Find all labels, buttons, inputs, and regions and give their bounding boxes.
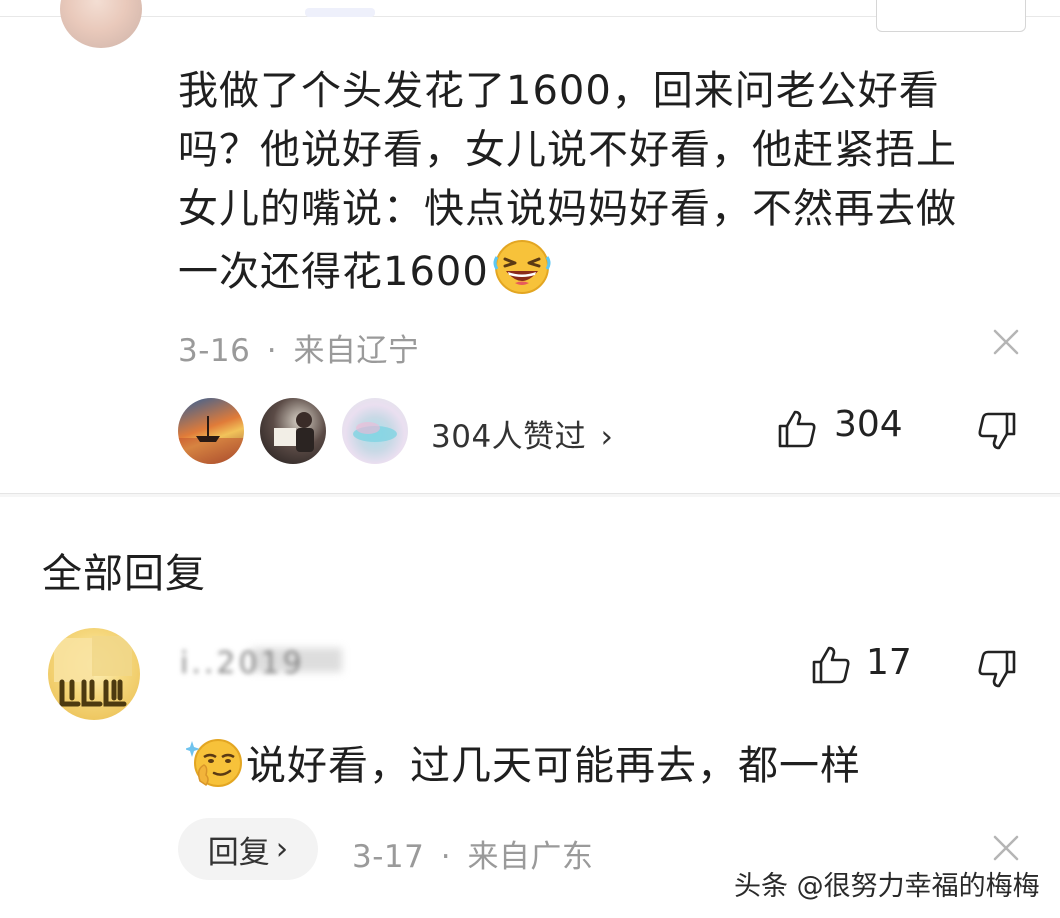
reply-dislike-button[interactable] [976, 648, 1018, 690]
liked-by-link[interactable]: 304人赞过 › [431, 411, 613, 456]
chevron-right-icon: › [600, 419, 614, 455]
reply-text: 说好看，过几天可能再去，都一样 [186, 735, 861, 794]
liker-avatar[interactable] [342, 398, 408, 464]
comment-meta: 3-16 · 来自辽宁 [178, 325, 419, 370]
comment-line: 一次还得花1600 [178, 239, 1028, 302]
thumbs-down-icon [976, 648, 1018, 690]
commenter-name-placeholder [305, 8, 375, 17]
meta-separator: · [440, 839, 452, 875]
reply-username[interactable]: i..2019 [180, 646, 305, 681]
reply-like-count: 17 [866, 642, 912, 683]
reply-user-avatar[interactable] [48, 628, 140, 720]
smirk-emoji-icon [186, 735, 244, 791]
thumbs-up-icon [776, 408, 818, 450]
avatar-glyph-decoration [58, 676, 130, 710]
thumbs-down-icon [976, 410, 1018, 452]
chevron-right-icon: › [275, 831, 289, 867]
dislike-button[interactable] [976, 410, 1018, 452]
main-comment-text: 我做了个头发花了1600，回来问老公好看 吗？他说好看，女儿说不好看，他赶紧捂上… [178, 62, 1028, 302]
comment-line: 我做了个头发花了1600，回来问老公好看 [178, 68, 940, 114]
comment-date: 3-16 [178, 333, 251, 369]
reply-text-content: 说好看，过几天可能再去，都一样 [246, 743, 861, 789]
reply-date: 3-17 [352, 839, 425, 875]
liked-by-text: 304人赞过 [431, 419, 587, 455]
like-count: 304 [834, 404, 903, 445]
reply-button-label: 回复 [207, 834, 270, 871]
laughing-emoji-icon [491, 239, 553, 295]
comment-line: 吗？他说好看，女儿说不好看，他赶紧捂上 [178, 127, 957, 173]
close-icon[interactable] [992, 834, 1020, 862]
liker-avatar[interactable] [260, 398, 326, 464]
reply-location: 来自广东 [467, 839, 594, 875]
comment-line: 女儿的嘴说：快点说妈妈好看，不然再去做 [178, 186, 957, 232]
follow-button[interactable] [876, 0, 1026, 32]
like-button[interactable] [776, 408, 818, 450]
comment-location: 来自辽宁 [293, 333, 420, 369]
avatar-blur-patch [92, 636, 132, 676]
reply-button[interactable]: 回复 › [178, 818, 318, 880]
close-icon[interactable] [992, 328, 1020, 356]
section-divider-shade [0, 494, 1060, 497]
watermark: 头条 @很努力幸福的梅梅 [734, 871, 1040, 902]
replies-section-title: 全部回复 [42, 551, 206, 597]
reply-meta: 3-17 · 来自广东 [352, 831, 593, 876]
comment-line-text: 一次还得花1600 [178, 249, 489, 295]
meta-separator: · [266, 333, 278, 369]
commenter-avatar[interactable] [60, 0, 142, 48]
reply-like-button[interactable] [810, 644, 852, 686]
thumbs-up-icon [810, 644, 852, 686]
liker-avatar[interactable] [178, 398, 244, 464]
